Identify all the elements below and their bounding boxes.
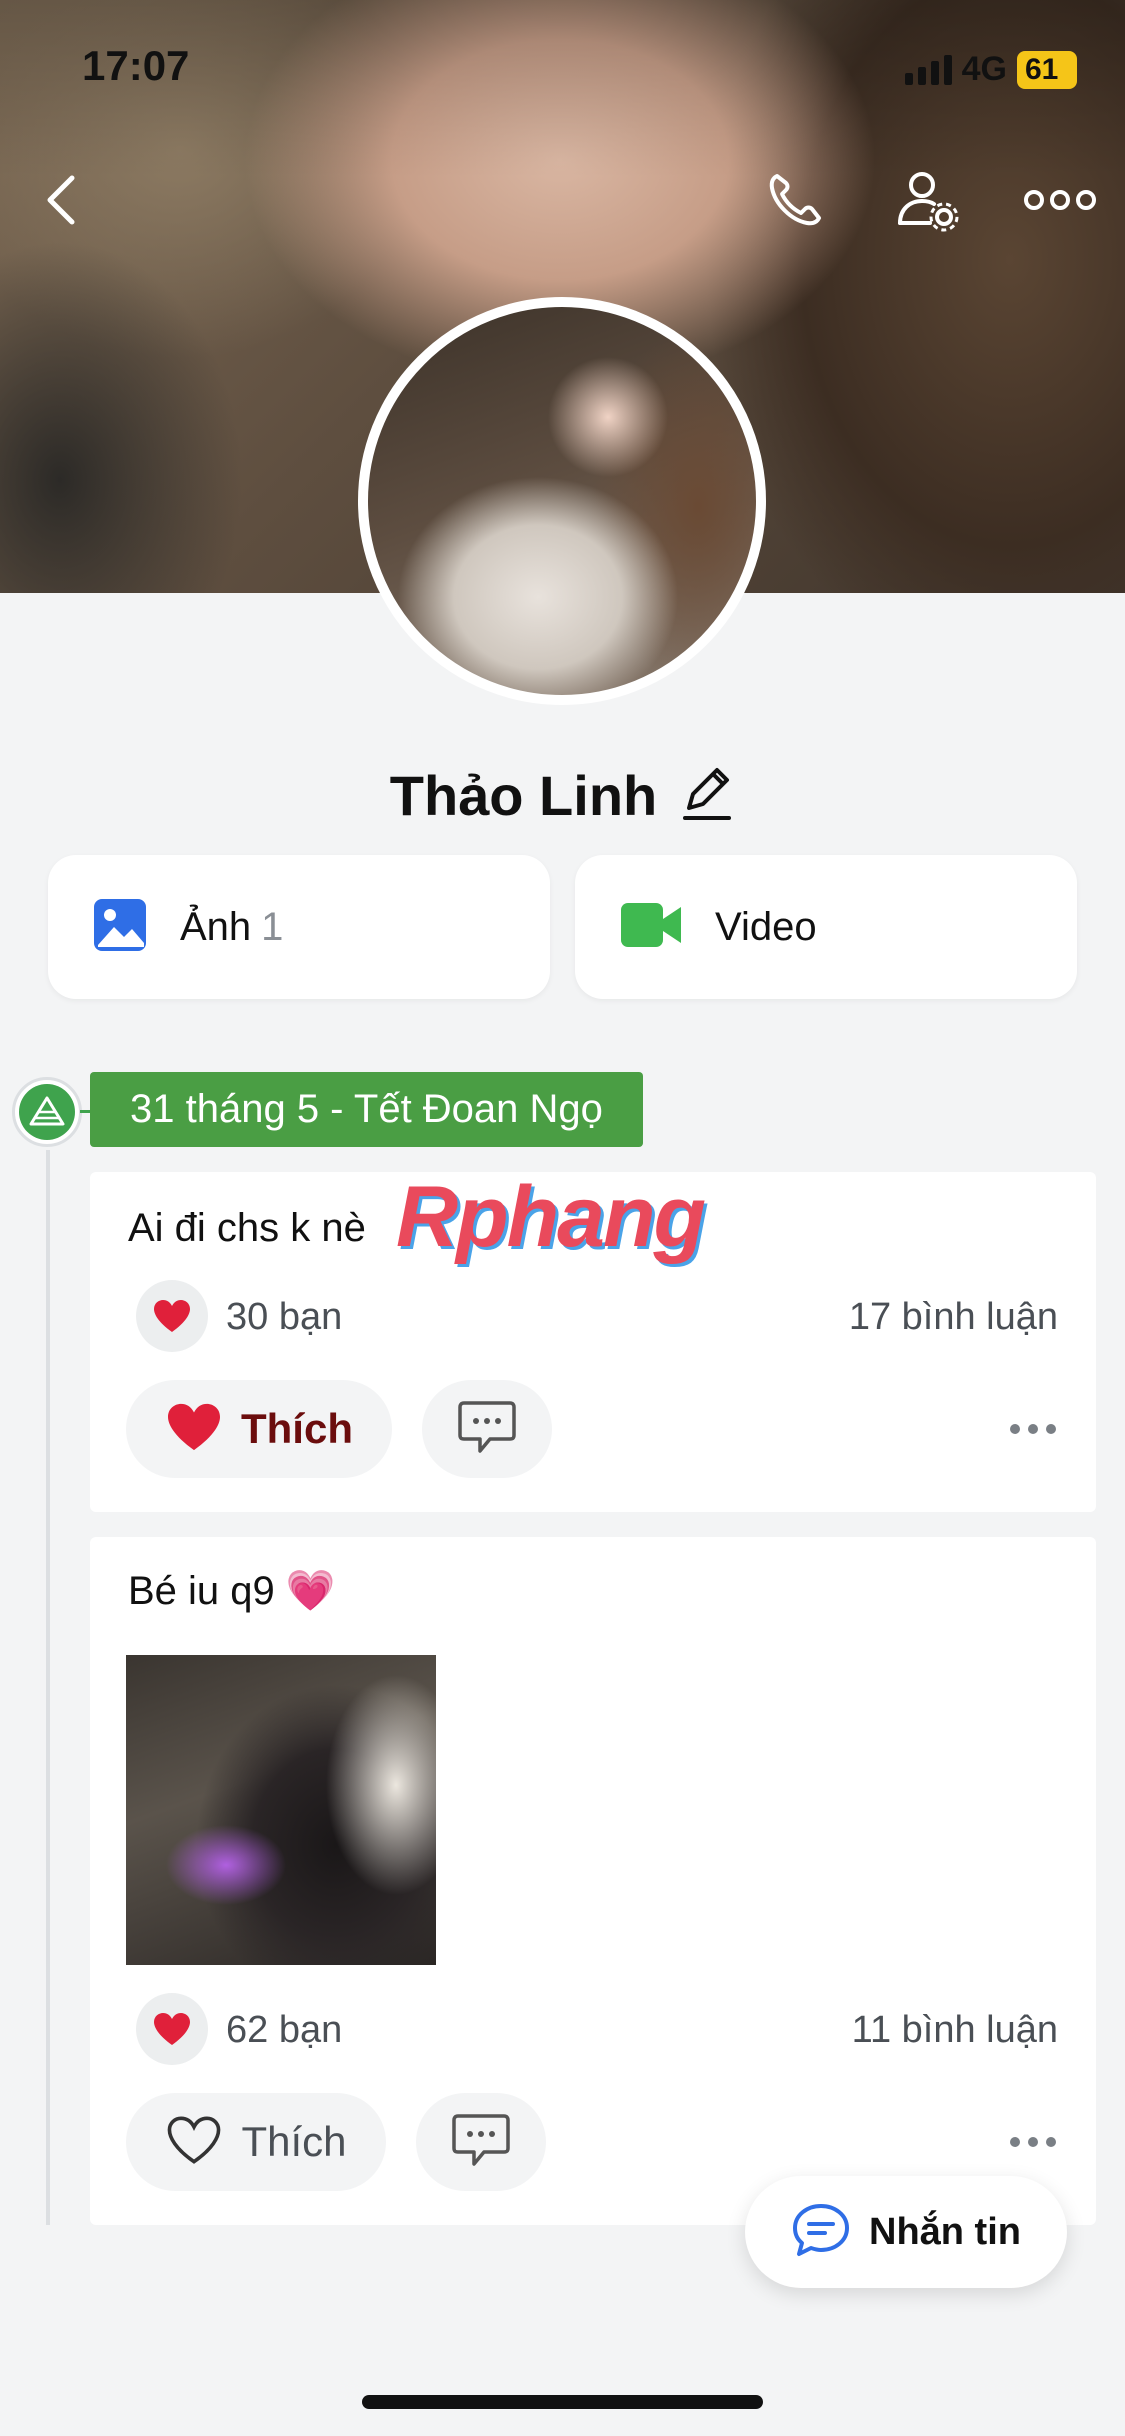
network-type: 4G xyxy=(961,50,1007,88)
status-time: 17:07 xyxy=(82,42,190,89)
rice-dumpling-icon xyxy=(19,1084,75,1140)
status-indicators: 4G 61 xyxy=(904,50,1077,89)
heart-reaction-icon[interactable] xyxy=(136,1280,208,1352)
photos-count: 1 xyxy=(261,904,284,949)
image-icon xyxy=(92,897,148,958)
comment-button[interactable] xyxy=(416,2093,546,2191)
message-button[interactable]: Nhắn tin xyxy=(745,2176,1067,2288)
like-label: Thích xyxy=(241,1405,353,1452)
chat-bubble-icon xyxy=(791,2202,851,2263)
profile-name: Thảo Linh xyxy=(389,763,658,827)
heart-filled-icon xyxy=(165,1401,223,1458)
status-bar: 17:07 4G 61 xyxy=(0,0,1125,140)
comment-icon xyxy=(456,1399,518,1460)
profile-name-row: Thảo Linh xyxy=(0,755,1125,835)
home-indicator[interactable] xyxy=(362,2395,763,2409)
avatar[interactable] xyxy=(358,297,766,705)
post-text: Ai đi chs k nè xyxy=(128,1206,366,1250)
photos-card[interactable]: Ảnh 1 xyxy=(48,855,550,999)
back-icon[interactable] xyxy=(22,160,102,240)
signal-icon xyxy=(904,54,952,85)
like-label: Thích xyxy=(241,2118,347,2165)
reaction-count[interactable]: 62 bạn xyxy=(226,2009,342,2052)
video-camera-icon xyxy=(619,899,683,956)
watermark-logo: Rphang xyxy=(396,1169,706,1265)
profile-header-actions xyxy=(0,160,1125,240)
post-photo[interactable] xyxy=(126,1655,436,1965)
timeline-node xyxy=(12,1077,82,1147)
photos-label: Ảnh xyxy=(180,904,252,949)
battery-indicator: 61 xyxy=(1017,50,1077,89)
comment-count[interactable]: 17 bình luận xyxy=(849,1296,1058,1339)
heart-reaction-icon[interactable] xyxy=(136,1993,208,2065)
heart-outline-icon xyxy=(165,2114,223,2171)
reaction-count[interactable]: 30 bạn xyxy=(226,1296,342,1339)
date-tag: 31 tháng 5 - Tết Đoan Ngọ xyxy=(90,1072,643,1147)
more-horizontal-icon[interactable] xyxy=(1020,160,1100,240)
post-card[interactable]: Bé iu q9 💗 62 bạn 11 bình luận Thích xyxy=(90,1537,1096,2225)
timeline-line xyxy=(46,1150,50,2225)
like-button[interactable]: Thích xyxy=(126,2093,386,2191)
videos-card[interactable]: Video xyxy=(575,855,1077,999)
message-label: Nhắn tin xyxy=(869,2210,1021,2253)
pencil-icon[interactable] xyxy=(679,762,735,829)
post-more-icon[interactable] xyxy=(1010,1424,1056,1434)
phone-icon[interactable] xyxy=(755,160,835,240)
post-more-icon[interactable] xyxy=(1010,2137,1056,2147)
user-settings-icon[interactable] xyxy=(887,160,967,240)
comment-icon xyxy=(450,2112,512,2173)
comment-count[interactable]: 11 bình luận xyxy=(852,2009,1058,2052)
videos-label: Video xyxy=(715,904,817,949)
comment-button[interactable] xyxy=(422,1380,552,1478)
post-text: Bé iu q9 💗 xyxy=(128,1569,336,1613)
like-button[interactable]: Thích xyxy=(126,1380,392,1478)
